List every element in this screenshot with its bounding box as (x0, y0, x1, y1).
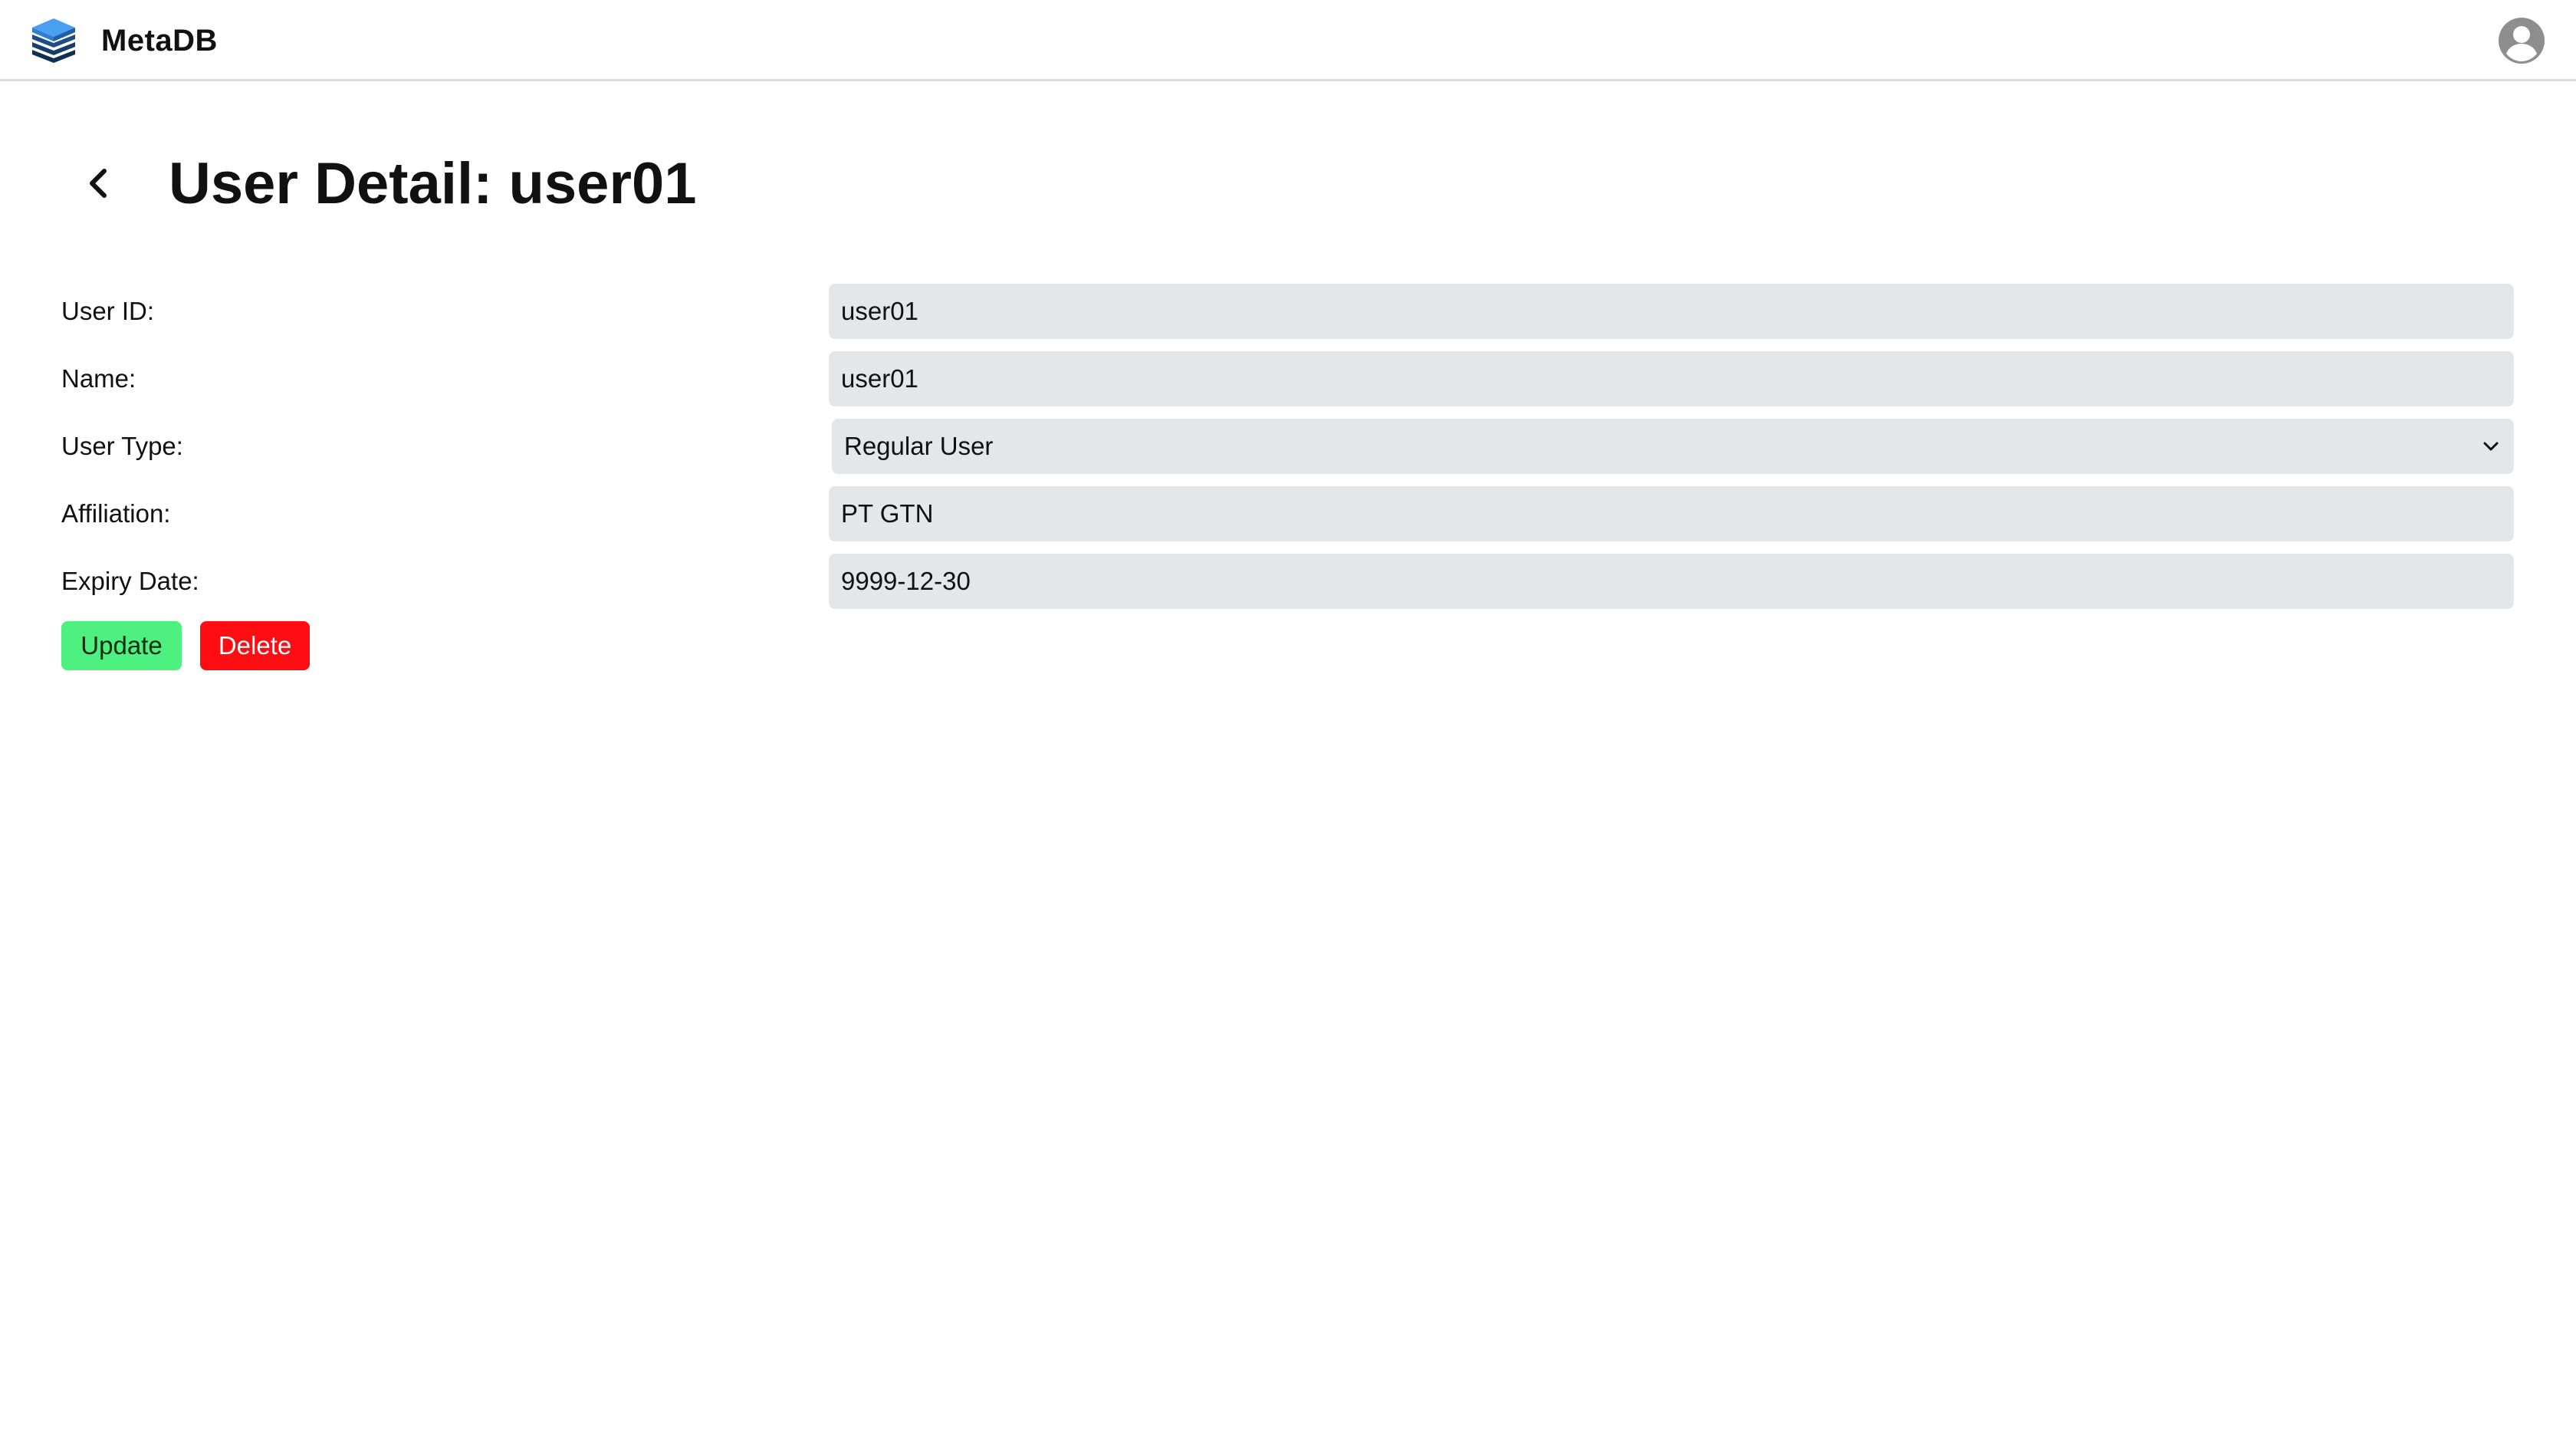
user-type-label: User Type: (61, 432, 183, 460)
stacked-layers-icon[interactable] (28, 14, 80, 66)
expiry-date-label: Expiry Date: (61, 567, 199, 595)
chevron-down-icon (2483, 442, 2499, 451)
update-button[interactable]: Update (61, 621, 182, 670)
user-type-select[interactable]: Regular User (832, 419, 2514, 474)
affiliation-label: Affiliation: (61, 499, 171, 528)
expiry-date-field[interactable]: 9999-12-30 (829, 554, 2514, 609)
name-field[interactable]: user01 (829, 351, 2514, 406)
name-label: Name: (61, 364, 136, 393)
back-button[interactable] (77, 156, 120, 210)
chevron-left-icon (90, 169, 107, 198)
user-id-field[interactable]: user01 (829, 284, 2514, 339)
user-avatar-icon[interactable] (2498, 17, 2545, 64)
top-navbar: MetaDB (0, 0, 2576, 81)
affiliation-field[interactable]: PT GTN (829, 486, 2514, 541)
app-window: MetaDB User Detail: user01 User ID: user… (0, 0, 2576, 1451)
brand-name[interactable]: MetaDB (101, 21, 218, 60)
delete-button[interactable]: Delete (200, 621, 310, 670)
user-type-value: Regular User (844, 432, 994, 460)
page-title: User Detail: user01 (169, 151, 697, 216)
user-id-label: User ID: (61, 297, 155, 325)
